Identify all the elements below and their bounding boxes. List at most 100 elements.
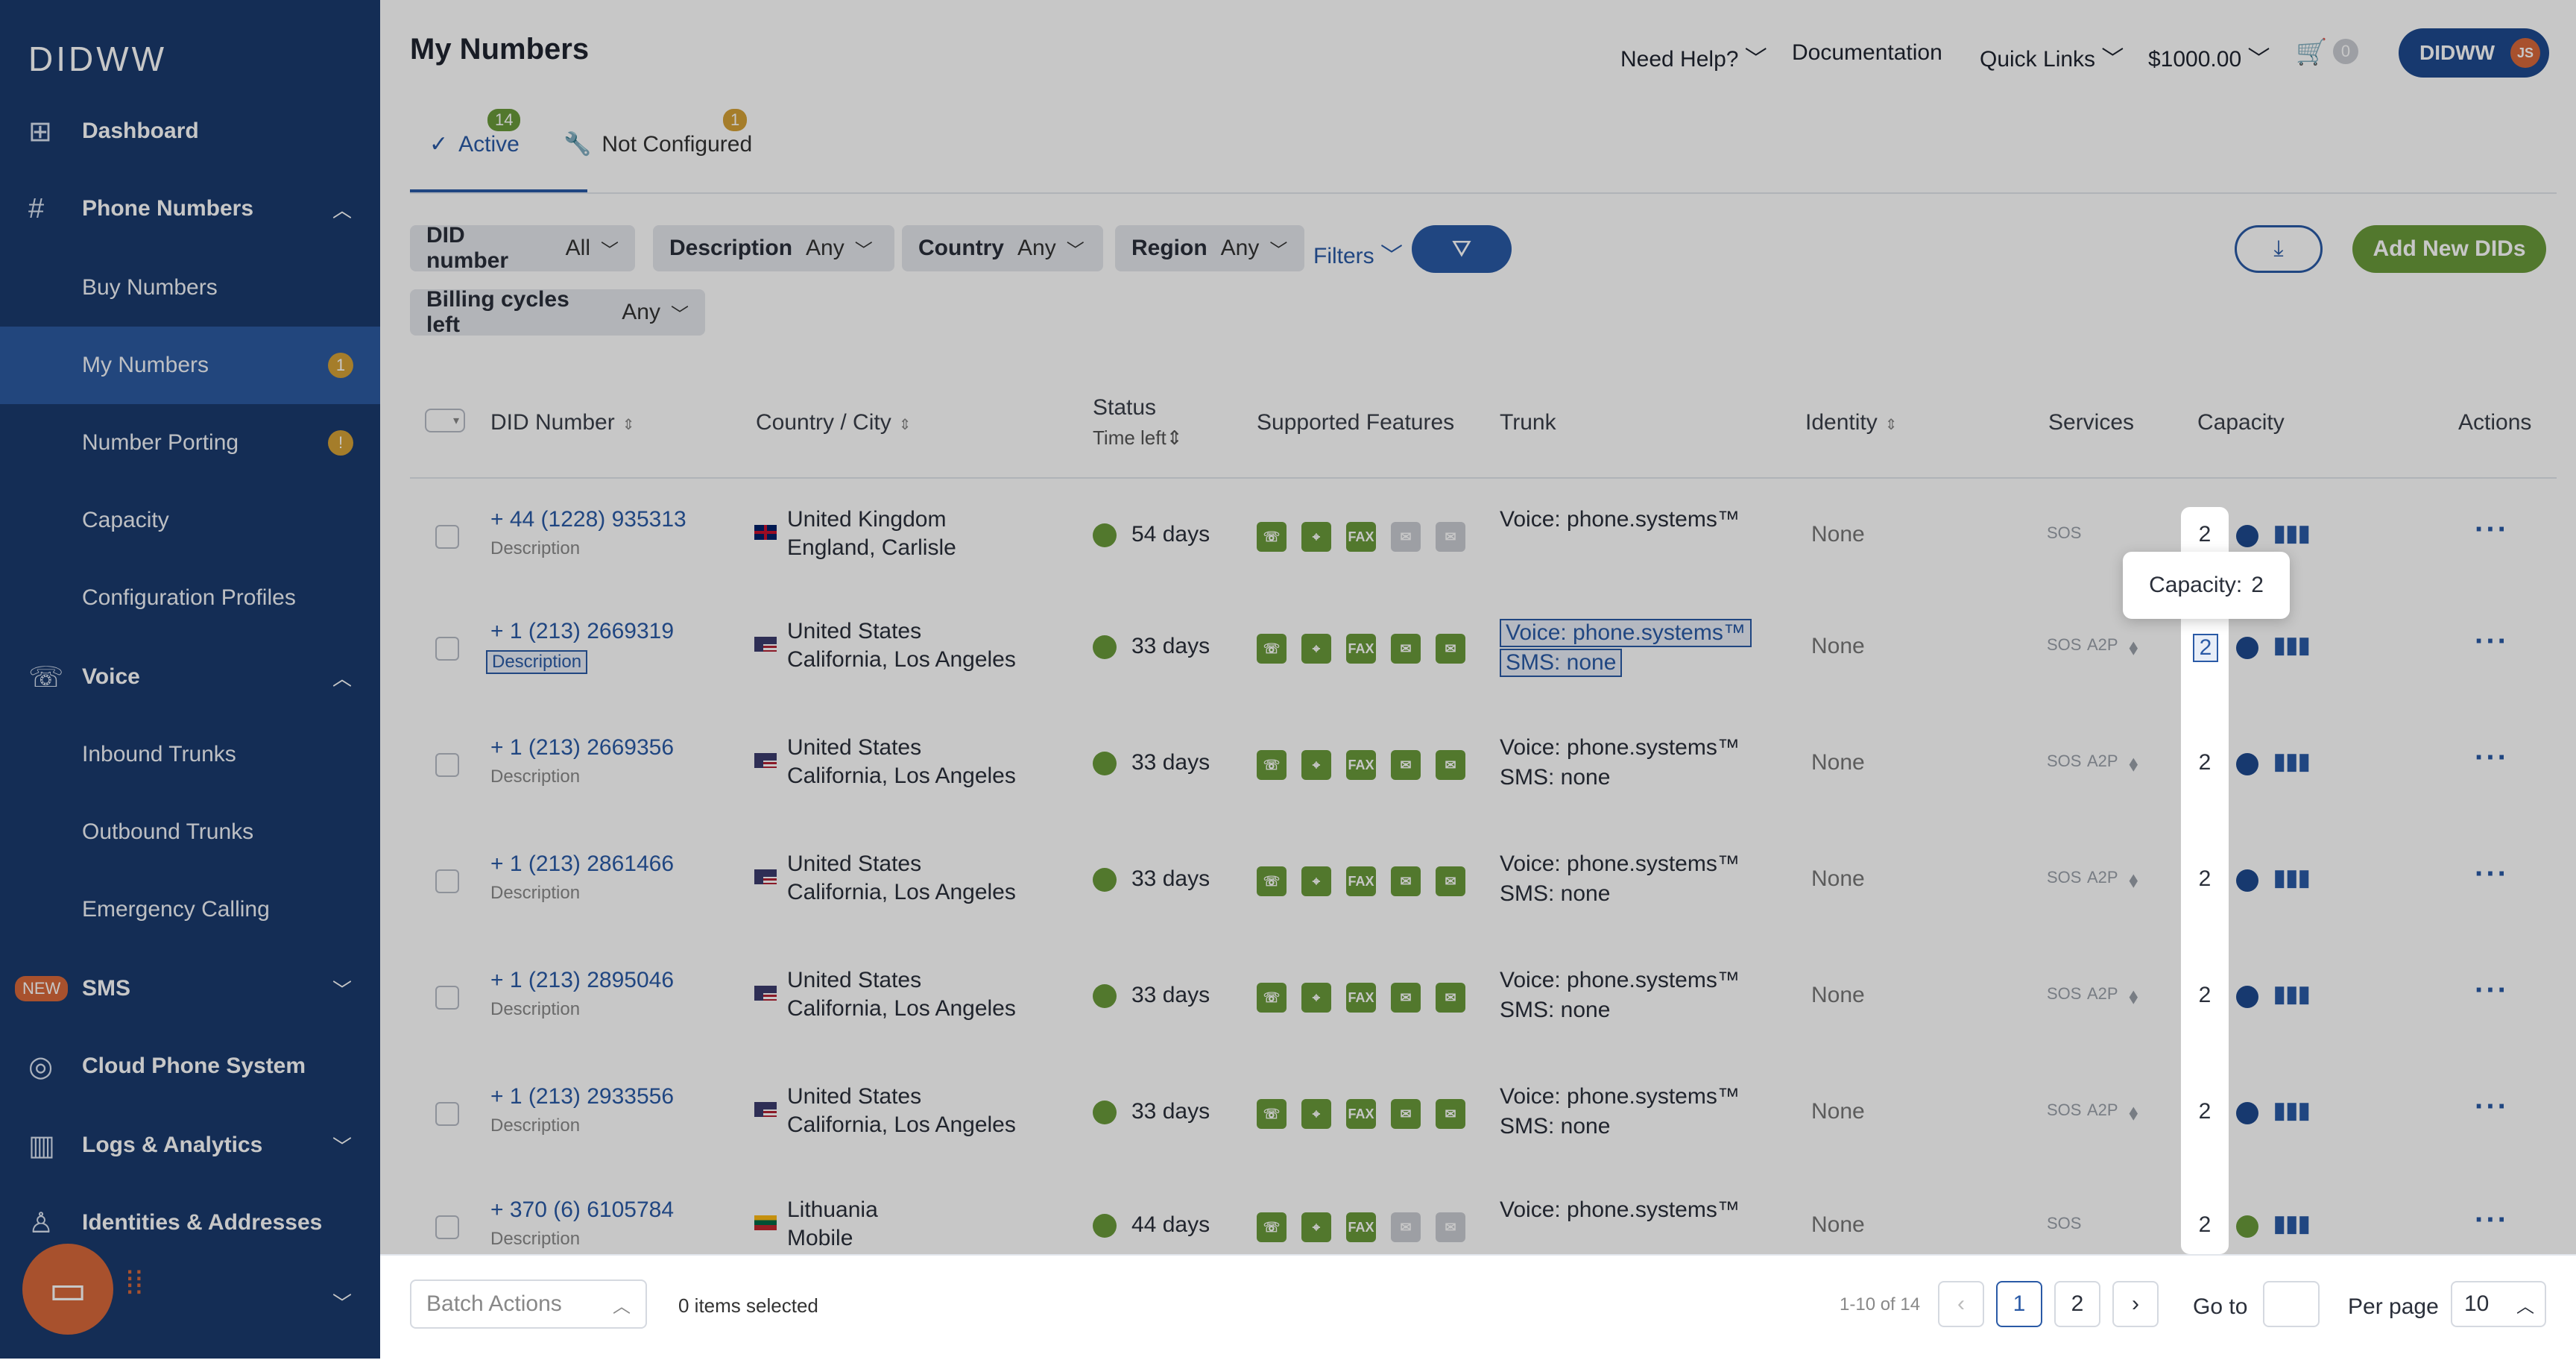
filters-dropdown[interactable]: Filters ﹀ [1313, 237, 1403, 270]
row-actions-menu[interactable]: ··· [2475, 1203, 2509, 1237]
download-button[interactable]: ⤓ [2235, 225, 2323, 273]
sidebar-item-voice[interactable]: ☏ Voice ︿ [0, 638, 380, 716]
cart-icon[interactable]: 🛒 [2296, 37, 2327, 67]
did-number-link[interactable]: + 370 (6) 6105784 [490, 1197, 674, 1223]
sidebar-item-number-porting[interactable]: Number Porting ! [0, 404, 380, 482]
sidebar-item-phone-numbers[interactable]: # Phone Numbers ︿ [0, 170, 380, 248]
trunk-voice-link[interactable]: Voice: phone.systems™ [1500, 968, 1740, 993]
sidebar-item-dashboard[interactable]: ⊞ Dashboard [0, 92, 380, 170]
capacity-chart-icon[interactable]: ▮▮▮ [2273, 749, 2311, 775]
row-checkbox[interactable] [435, 869, 459, 893]
table-row[interactable]: + 1 (213) 2669356 Description United Sta… [380, 707, 2576, 819]
apply-filter-button[interactable]: ⛛ [1412, 225, 1512, 273]
select-all-checkbox[interactable]: ▾ [425, 409, 465, 432]
goto-input[interactable] [2263, 1281, 2320, 1327]
description-field[interactable]: Description [490, 766, 580, 787]
add-new-dids-button[interactable]: Add New DIDs [2352, 225, 2546, 273]
capacity-value[interactable]: 2 [2181, 750, 2229, 775]
row-actions-menu[interactable]: ··· [2475, 625, 2509, 658]
row-actions-menu[interactable]: ··· [2475, 1090, 2509, 1124]
row-checkbox[interactable] [435, 637, 459, 661]
sidebar-item-configuration-profiles[interactable]: Configuration Profiles [0, 559, 380, 637]
column-status[interactable]: Status [1093, 395, 1156, 421]
description-field[interactable]: Description [490, 1229, 580, 1250]
capacity-chart-icon[interactable]: ▮▮▮ [2273, 865, 2311, 891]
description-field[interactable]: Description [490, 1115, 580, 1136]
capacity-chart-icon[interactable]: ▮▮▮ [2273, 632, 2311, 658]
capacity-value[interactable]: 2 [2193, 634, 2218, 662]
need-help-menu[interactable]: Need Help? ﹀ [1620, 40, 1767, 73]
row-actions-menu[interactable]: ··· [2475, 741, 2509, 775]
dialpad-icon[interactable]: ⁞⁞ [125, 1265, 143, 1302]
did-number-link[interactable]: + 1 (213) 2669356 [490, 735, 674, 761]
tab-active[interactable]: ✓ Active [429, 131, 520, 157]
capacity-value[interactable]: 2 [2181, 866, 2229, 892]
capacity-chart-icon[interactable]: ▮▮▮ [2273, 981, 2311, 1007]
description-field[interactable]: Description [490, 999, 580, 1020]
row-actions-menu[interactable]: ··· [2475, 857, 2509, 891]
documentation-link[interactable]: Documentation [1792, 40, 1942, 66]
sidebar-item-buy-numbers[interactable]: Buy Numbers [0, 249, 380, 327]
capacity-value[interactable]: 2 [2181, 983, 2229, 1008]
sidebar-item-cloud-phone-system[interactable]: ◎ Cloud Phone System [0, 1027, 380, 1105]
column-time-left[interactable]: Time left⇕ [1093, 426, 1183, 450]
capacity-value[interactable]: 2 [2181, 1099, 2229, 1124]
did-number-link[interactable]: + 44 (1228) 935313 [490, 507, 686, 532]
did-number-link[interactable]: + 1 (213) 2933556 [490, 1084, 674, 1109]
column-identity[interactable]: Identity ⇕ [1805, 410, 1898, 435]
row-checkbox[interactable] [435, 525, 459, 549]
trunk-voice-link[interactable]: Voice: phone.systems™ [1500, 735, 1740, 761]
row-checkbox[interactable] [435, 753, 459, 777]
trunk-voice-link[interactable]: Voice: phone.systems™ [1500, 851, 1740, 877]
capacity-value[interactable]: 2 [2181, 1212, 2229, 1238]
sidebar-item-inbound-trunks[interactable]: Inbound Trunks [0, 716, 380, 793]
did-number-link[interactable]: + 1 (213) 2861466 [490, 851, 674, 877]
trunk-voice-link[interactable]: Voice: phone.systems™ [1500, 507, 1740, 532]
row-actions-menu[interactable]: ··· [2475, 513, 2509, 547]
description-field[interactable]: Description [486, 650, 588, 674]
trunk-sms-link[interactable]: SMS: none [1500, 998, 1610, 1023]
next-page-button[interactable]: › [2112, 1281, 2159, 1327]
trunk-voice-link[interactable]: Voice: phone.systems™ [1500, 619, 1752, 647]
filter-description[interactable]: Description Any ﹀ [653, 225, 894, 271]
sidebar-item-logs-analytics[interactable]: ▥ Logs & Analytics ﹀ [0, 1106, 380, 1184]
capacity-chart-icon[interactable]: ▮▮▮ [2273, 520, 2311, 547]
sidebar-item-emergency-calling[interactable]: Emergency Calling [0, 871, 380, 948]
filter-country[interactable]: Country Any ﹀ [902, 225, 1103, 271]
trunk-voice-link[interactable]: Voice: phone.systems™ [1500, 1197, 1740, 1223]
didww-logo[interactable]: DIDWW [28, 39, 167, 79]
capacity-value[interactable]: 2 [2181, 522, 2229, 547]
sidebar-item-my-numbers[interactable]: My Numbers 1 [0, 327, 380, 404]
did-number-link[interactable]: + 1 (213) 2895046 [490, 968, 674, 993]
page-2-button[interactable]: 2 [2054, 1281, 2100, 1327]
sidebar-item-outbound-trunks[interactable]: Outbound Trunks [0, 793, 380, 871]
prev-page-button[interactable]: ‹ [1938, 1281, 1984, 1327]
column-country-city[interactable]: Country / City ⇕ [756, 410, 911, 435]
column-did-number[interactable]: DID Number ⇕ [490, 410, 634, 435]
sidebar-item-capacity[interactable]: Capacity [0, 482, 380, 559]
filter-billing-cycles[interactable]: Billing cycles left Any ﹀ [410, 287, 705, 337]
row-actions-menu[interactable]: ··· [2475, 974, 2509, 1007]
table-row[interactable]: + 1 (213) 2861466 Description United Sta… [380, 823, 2576, 935]
quick-links-menu[interactable]: Quick Links ﹀ [1980, 40, 2124, 73]
capacity-chart-icon[interactable]: ▮▮▮ [2273, 1098, 2311, 1124]
row-checkbox[interactable] [435, 1215, 459, 1239]
tab-not-configured[interactable]: 🔧 Not Configured [564, 131, 752, 157]
sidebar-item-sms[interactable]: NEW SMS ﹀ [0, 950, 380, 1027]
chat-widget-icon[interactable]: ▭ [22, 1244, 113, 1335]
table-row[interactable]: + 1 (213) 2933556 Description United Sta… [380, 1056, 2576, 1168]
trunk-voice-link[interactable]: Voice: phone.systems™ [1500, 1084, 1740, 1109]
row-checkbox[interactable] [435, 1102, 459, 1126]
description-field[interactable]: Description [490, 883, 580, 904]
trunk-sms-link[interactable]: SMS: none [1500, 881, 1610, 907]
balance-menu[interactable]: $1000.00 ﹀ [2148, 40, 2270, 73]
user-menu-button[interactable]: DIDWW JS [2399, 28, 2549, 78]
description-field[interactable]: Description [490, 538, 580, 559]
batch-actions-select[interactable]: Batch Actions ︿ [410, 1279, 647, 1329]
trunk-sms-link[interactable]: SMS: none [1500, 649, 1623, 677]
row-checkbox[interactable] [435, 986, 459, 1010]
capacity-chart-icon[interactable]: ▮▮▮ [2273, 1211, 2311, 1237]
trunk-sms-link[interactable]: SMS: none [1500, 1114, 1610, 1139]
page-1-button[interactable]: 1 [1996, 1281, 2042, 1327]
did-number-link[interactable]: + 1 (213) 2669319 [490, 619, 674, 644]
